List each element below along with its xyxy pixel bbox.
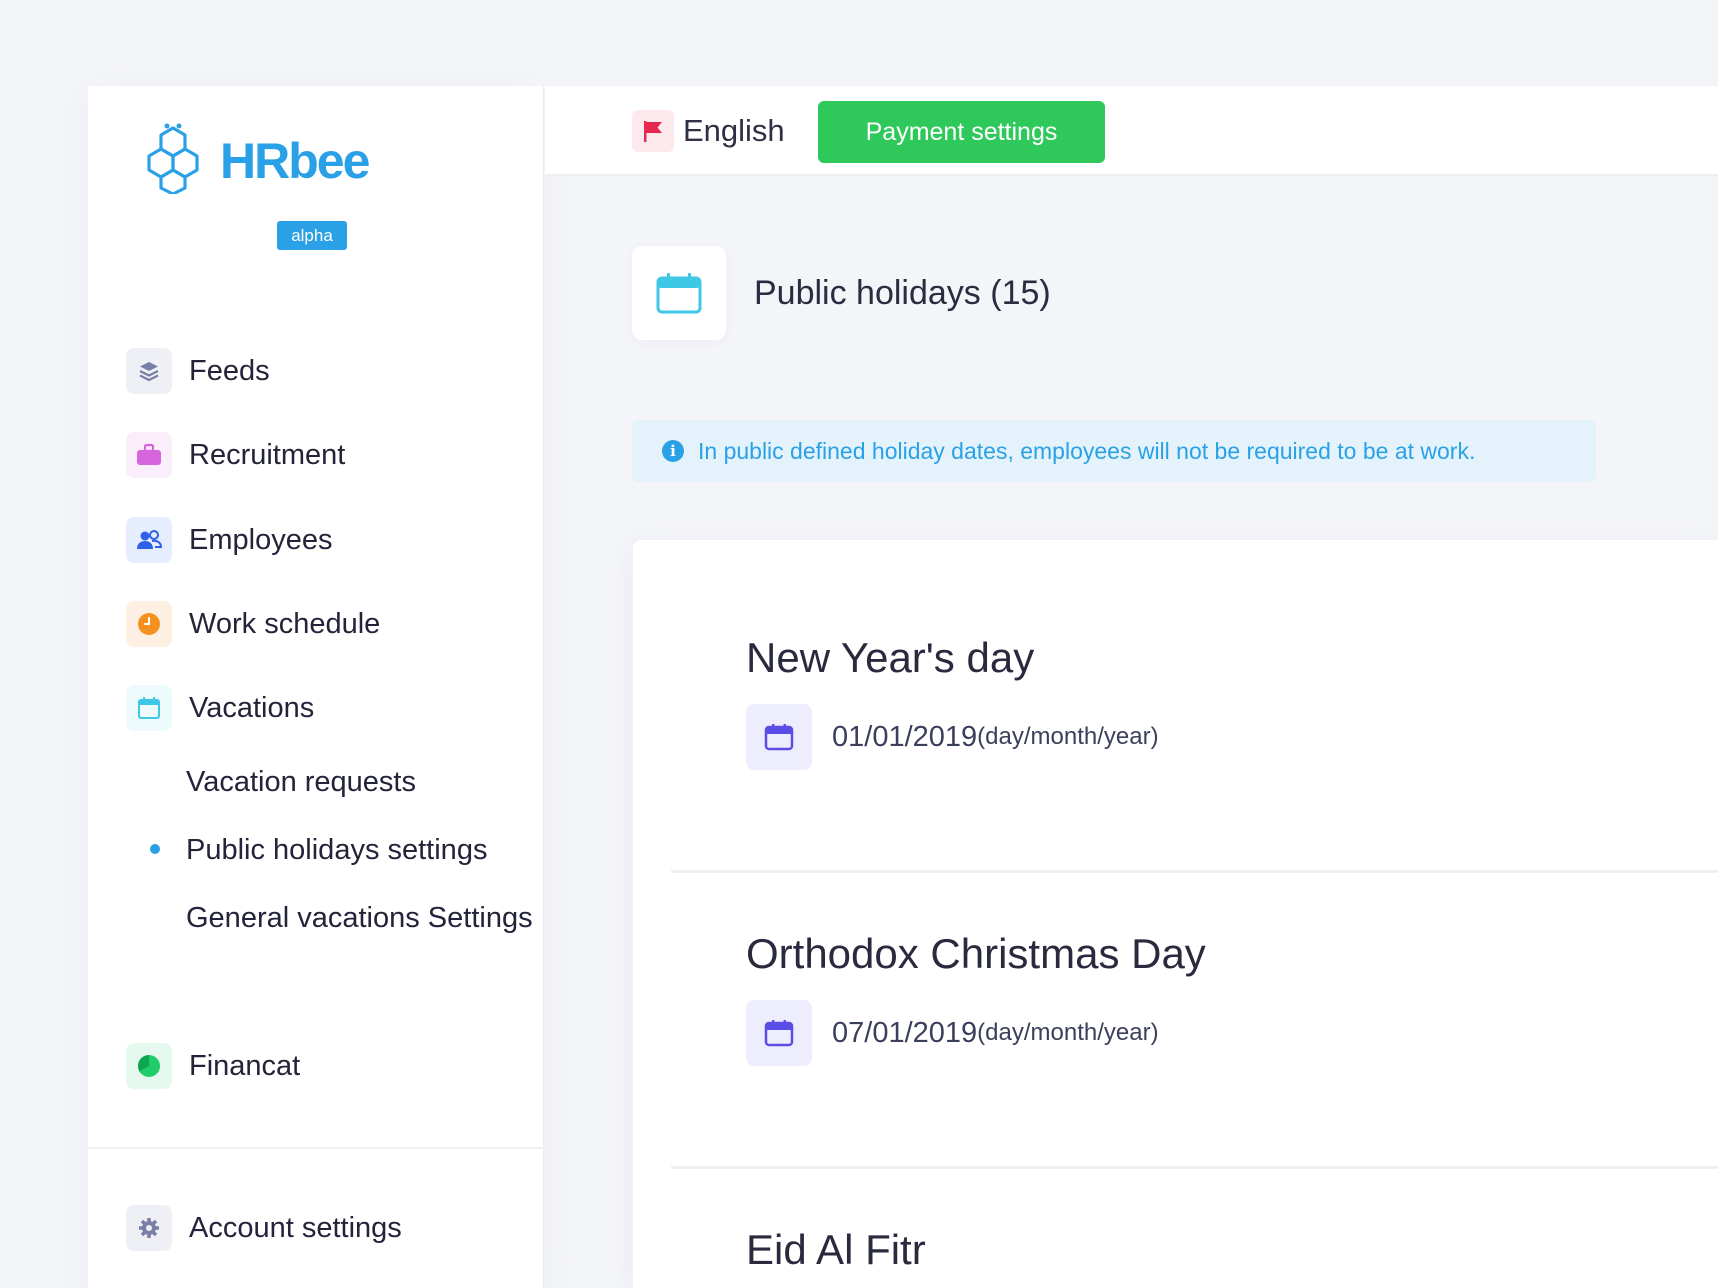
list-item[interactable]: Orthodox Christmas Day 07/01/2019 (day/m… (746, 930, 1206, 1066)
info-banner: i In public defined holiday dates, emplo… (632, 420, 1596, 482)
nav-item-account-settings[interactable]: Account settings (126, 1204, 402, 1252)
info-text: In public defined holiday dates, employe… (698, 437, 1476, 464)
nav-item-feeds[interactable]: Feeds (126, 347, 270, 395)
nav-item-recruitment[interactable]: Recruitment (126, 431, 345, 479)
topbar: English Payment settings (545, 86, 1718, 176)
holiday-date-value: 01/01/2019 (832, 720, 978, 753)
holiday-name: Orthodox Christmas Day (746, 930, 1206, 977)
calendar-icon (746, 704, 812, 770)
divider (671, 870, 1718, 873)
nav-label: Recruitment (189, 438, 346, 471)
calendar-icon (126, 685, 172, 731)
nav-item-financat[interactable]: Financat (126, 1042, 300, 1090)
subnav-public-holidays-settings[interactable]: Public holidays settings (186, 830, 546, 871)
list-item[interactable]: New Year's day 01/01/2019 (day/month/yea… (746, 634, 1159, 770)
honeycomb-logo-icon (147, 123, 199, 194)
sidebar: HRbee alpha Feeds Recruitment Employees (88, 86, 544, 1288)
nav-label: Financat (189, 1049, 301, 1082)
holiday-date: 07/01/2019 (day/month/year) (746, 1000, 1206, 1066)
date-format-hint: (day/month/year) (977, 1019, 1159, 1046)
nav-item-vacations[interactable]: Vacations (126, 684, 314, 732)
holiday-name: New Year's day (746, 634, 1035, 681)
nav-label: Work schedule (189, 607, 381, 640)
holiday-date-value: 07/01/2019 (832, 1016, 978, 1049)
holiday-name: Eid Al Fitr (746, 1226, 926, 1273)
active-indicator (150, 844, 160, 854)
nav-label: Vacations (189, 691, 315, 724)
subnav-general-vacations-settings[interactable]: General vacations Settings (186, 898, 546, 939)
page-header: Public holidays (15) (632, 246, 1051, 340)
holiday-date: 01/01/2019 (day/month/year) (746, 704, 1159, 770)
brand-name: HRbee (220, 133, 370, 189)
divider (671, 1166, 1718, 1169)
calendar-icon (632, 246, 726, 340)
holidays-list: New Year's day 01/01/2019 (day/month/yea… (633, 540, 1718, 1288)
pie-chart-icon (126, 1043, 172, 1089)
flag-icon (632, 110, 674, 152)
layers-icon (126, 348, 172, 394)
nav-label: Employees (189, 523, 333, 556)
subnav-vacation-requests[interactable]: Vacation requests (186, 762, 546, 803)
gear-icon (126, 1205, 172, 1251)
language-label: English (683, 113, 785, 148)
calendar-icon (746, 1000, 812, 1066)
nav-item-work-schedule[interactable]: Work schedule (126, 600, 380, 648)
date-format-hint: (day/month/year) (977, 723, 1159, 750)
language-selector[interactable]: English (632, 110, 785, 152)
brand-logo[interactable]: HRbee alpha (140, 122, 400, 250)
info-icon: i (662, 440, 684, 462)
payment-settings-button[interactable]: Payment settings (818, 101, 1105, 163)
clock-icon (126, 601, 172, 647)
nav-label: Feeds (189, 354, 270, 387)
page-title: Public holidays (15) (754, 273, 1051, 312)
briefcase-icon (126, 432, 172, 478)
users-icon (126, 517, 172, 563)
nav-item-employees[interactable]: Employees (126, 516, 332, 564)
brand-badge: alpha (277, 221, 347, 250)
list-item[interactable]: Eid Al Fitr (746, 1226, 926, 1274)
sidebar-divider (88, 1147, 544, 1149)
nav-label: Account settings (189, 1211, 402, 1244)
